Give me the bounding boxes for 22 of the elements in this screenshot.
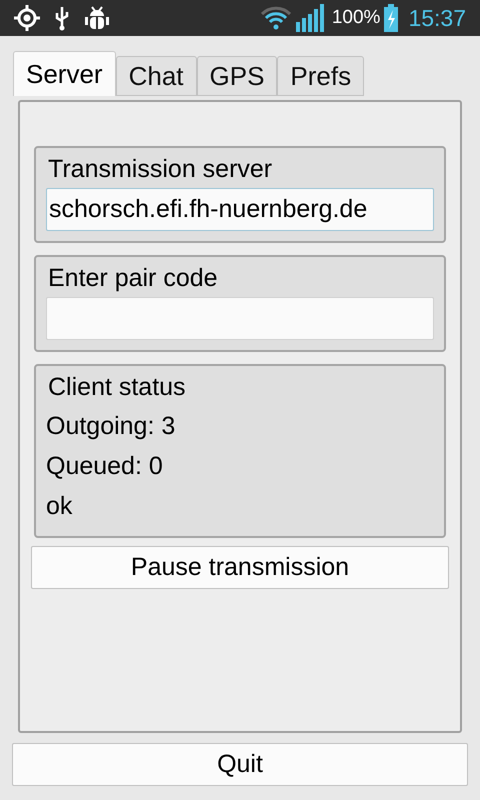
input-field[interactable]: [46, 297, 434, 340]
gps-icon: [14, 5, 40, 31]
group-title: Client status: [48, 372, 187, 403]
clock-time: 15:37: [408, 4, 466, 33]
status-line: ok: [46, 491, 74, 522]
group-title: Transmission server: [48, 154, 274, 185]
group-title: Enter pair code: [48, 263, 219, 294]
tab[interactable]: Server: [13, 51, 116, 96]
signal-icon: [296, 4, 326, 32]
bug-icon: [84, 5, 110, 31]
battery-charging-icon: [384, 4, 398, 32]
battery-percentage: 100%: [332, 6, 380, 30]
quit-button[interactable]: Quit: [12, 743, 468, 786]
tab[interactable]: Prefs: [277, 56, 364, 96]
pause-button[interactable]: Pause transmission: [31, 546, 449, 589]
status-line: Outgoing: 3: [46, 411, 176, 442]
usb-icon: [54, 5, 70, 31]
tab[interactable]: Chat: [116, 56, 196, 96]
input-field[interactable]: schorsch.efi.fh-nuernberg.de: [46, 188, 434, 231]
tab[interactable]: GPS: [196, 56, 278, 96]
status-line: Queued: 0: [46, 451, 164, 482]
wifi-icon: [260, 5, 292, 31]
